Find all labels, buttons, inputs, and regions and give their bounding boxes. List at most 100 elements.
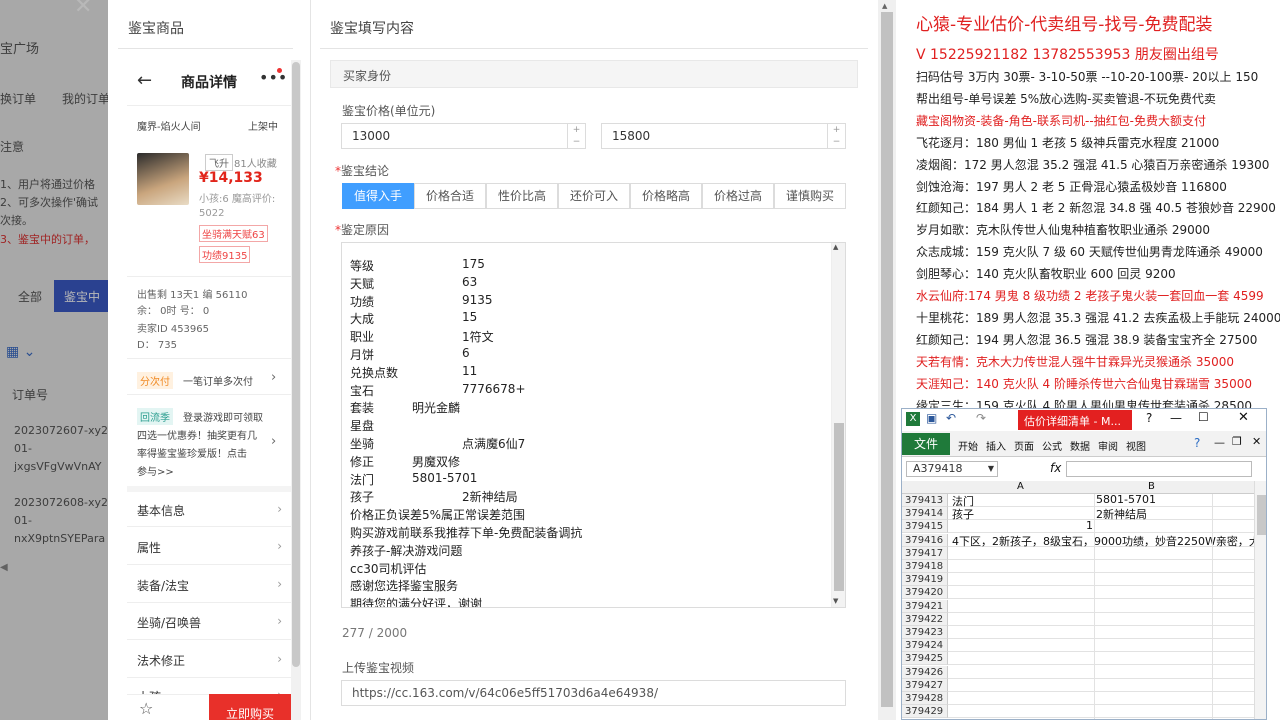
doc-line: 剑胆琴心：140 克火队畜牧职业 600 回灵 9200	[916, 267, 1176, 282]
ribbon-tab-file[interactable]: 文件	[902, 433, 950, 455]
close-icon[interactable]: ✕	[1252, 435, 1261, 448]
row-number[interactable]: 379415	[902, 520, 948, 534]
installment-text[interactable]: 一笔订单多次付	[183, 373, 253, 388]
row-number[interactable]: 379419	[902, 573, 948, 587]
scrollbar-thumb[interactable]	[881, 12, 893, 707]
row-number[interactable]: 379421	[902, 599, 948, 613]
col-header-a[interactable]: A	[1017, 481, 1024, 492]
row-number[interactable]: 379424	[902, 639, 948, 653]
redo-icon[interactable]: ↷	[976, 411, 986, 425]
help-icon[interactable]: ?	[1146, 411, 1152, 425]
row-number[interactable]: 379429	[902, 705, 948, 719]
ribbon-tab[interactable]: 插入	[986, 438, 1006, 453]
buy-now-button[interactable]: 立即购买	[209, 694, 291, 720]
ribbon-tab[interactable]: 公式	[1042, 438, 1062, 453]
row-number[interactable]: 379420	[902, 586, 948, 600]
fx-icon[interactable]: fx	[1050, 461, 1061, 475]
row-number[interactable]: 379426	[902, 665, 948, 679]
ribbon-tab[interactable]: 数据	[1070, 438, 1090, 453]
cell-b[interactable]: 5801-5701	[1096, 493, 1156, 506]
conclusion-option[interactable]: 价格过高	[702, 183, 774, 209]
chevron-right-icon[interactable]: ›	[271, 370, 276, 385]
conclusion-option[interactable]: 价格略高	[630, 183, 702, 209]
ribbon-tab[interactable]: 开始	[958, 438, 978, 453]
row-number[interactable]: 379427	[902, 678, 948, 692]
row-number[interactable]: 379422	[902, 612, 948, 626]
minimize-icon[interactable]: —	[1170, 411, 1182, 425]
table-row[interactable]	[948, 679, 1266, 692]
close-icon[interactable]: ✕	[1238, 410, 1249, 425]
help-icon[interactable]: ?	[1194, 436, 1200, 450]
scroll-down-icon[interactable]: ▼	[833, 597, 838, 605]
row-number[interactable]: 379416	[902, 533, 948, 547]
table-row[interactable]	[948, 600, 1266, 613]
row-number[interactable]: 379413	[902, 494, 948, 507]
table-row[interactable]	[948, 639, 1266, 653]
table-row[interactable]	[948, 652, 1266, 666]
row-number[interactable]: 379418	[902, 560, 948, 573]
promo-text[interactable]: 登录游戏即可领取	[183, 409, 263, 424]
row-number[interactable]: 379417	[902, 546, 948, 560]
video-url-input[interactable]: https://cc.163.com/v/64c06e5ff51703d6a4e…	[341, 680, 846, 706]
table-row[interactable]	[948, 560, 1266, 573]
promo-text[interactable]: 参与>>	[137, 463, 174, 478]
star-icon[interactable]: ☆	[139, 699, 153, 718]
character-avatar[interactable]	[137, 153, 189, 205]
menu-equipment[interactable]: 装备/法宝 ›	[137, 577, 282, 594]
ribbon-tab[interactable]: 视图	[1126, 438, 1146, 453]
scroll-up-icon[interactable]: ▲	[833, 243, 838, 251]
col-header-b[interactable]: B	[1148, 481, 1155, 492]
table-row[interactable]	[948, 626, 1266, 639]
chevron-right-icon[interactable]: ›	[271, 434, 276, 449]
more-dots-icon[interactable]: •••	[259, 68, 287, 87]
menu-basic-info[interactable]: 基本信息 ›	[137, 502, 282, 519]
maximize-icon[interactable]: ☐	[1198, 410, 1209, 424]
stepper[interactable]: + −	[567, 124, 585, 148]
price-max-input[interactable]: 15800 + −	[601, 123, 846, 149]
table-row[interactable]	[948, 573, 1266, 587]
row-number[interactable]: 379414	[902, 507, 948, 521]
scroll-up-icon[interactable]: ▲	[882, 2, 887, 10]
scrollbar-thumb[interactable]	[834, 423, 844, 591]
minimize-icon[interactable]: —	[1214, 436, 1225, 449]
row-number[interactable]: 379425	[902, 652, 948, 666]
conclusion-option[interactable]: 谨慎购买	[774, 183, 846, 209]
menu-mount[interactable]: 坐骑/召唤兽 ›	[137, 614, 282, 631]
save-icon[interactable]: ▣	[926, 411, 937, 425]
conclusion-option[interactable]: 性价比高	[486, 183, 558, 209]
cell-a[interactable]: 1	[1086, 519, 1093, 532]
promo-text[interactable]: 四选一优惠券！抽奖更有几	[137, 427, 257, 442]
stepper[interactable]: + −	[827, 124, 845, 148]
formula-bar[interactable]	[1066, 461, 1252, 477]
promo-text[interactable]: 率得鉴宝鉴珍爱版！点击	[137, 445, 247, 460]
panel-scrollbar[interactable]: ▲	[878, 0, 896, 720]
undo-icon[interactable]: ↶	[946, 411, 956, 425]
row-number[interactable]: 379423	[902, 626, 948, 639]
conclusion-option[interactable]: 还价可入	[558, 183, 630, 209]
table-row[interactable]	[948, 547, 1266, 560]
ribbon-tab[interactable]: 页面	[1014, 438, 1034, 453]
scrollbar-thumb[interactable]	[292, 62, 300, 667]
chevron-down-icon[interactable]: ▼	[988, 462, 994, 476]
price-min-input[interactable]: 13000 + −	[341, 123, 586, 149]
scrollbar-thumb[interactable]	[1257, 495, 1266, 535]
reason-textarea[interactable]: 等级 175 天赋 63 功绩 9135 大成 15 职业 1符文 月饼 6 兑换点数 11 宝石 77766…	[341, 242, 846, 608]
row-number[interactable]: 379428	[902, 692, 948, 705]
menu-spell-fix[interactable]: 法术修正 ›	[137, 652, 282, 669]
reason-value: 5801-5701	[412, 470, 478, 485]
name-box[interactable]: A379418 ▼	[906, 461, 998, 477]
excel-scrollbar[interactable]	[1254, 481, 1266, 719]
table-row[interactable]	[948, 520, 1266, 534]
table-row[interactable]	[948, 613, 1266, 626]
table-row[interactable]	[948, 586, 1266, 600]
arrow-left-icon[interactable]: ←	[137, 70, 152, 91]
conclusion-option[interactable]: 价格合适	[414, 183, 486, 209]
menu-attributes[interactable]: 属性 ›	[137, 539, 282, 556]
table-row[interactable]	[948, 692, 1266, 705]
restore-icon[interactable]: ❐	[1232, 435, 1242, 448]
textarea-scrollbar[interactable]: ▲ ▼	[831, 243, 845, 607]
conclusion-option[interactable]: 值得入手	[342, 183, 414, 209]
table-row[interactable]	[948, 666, 1266, 679]
table-row[interactable]	[948, 705, 1266, 719]
ribbon-tab[interactable]: 审阅	[1098, 438, 1118, 453]
